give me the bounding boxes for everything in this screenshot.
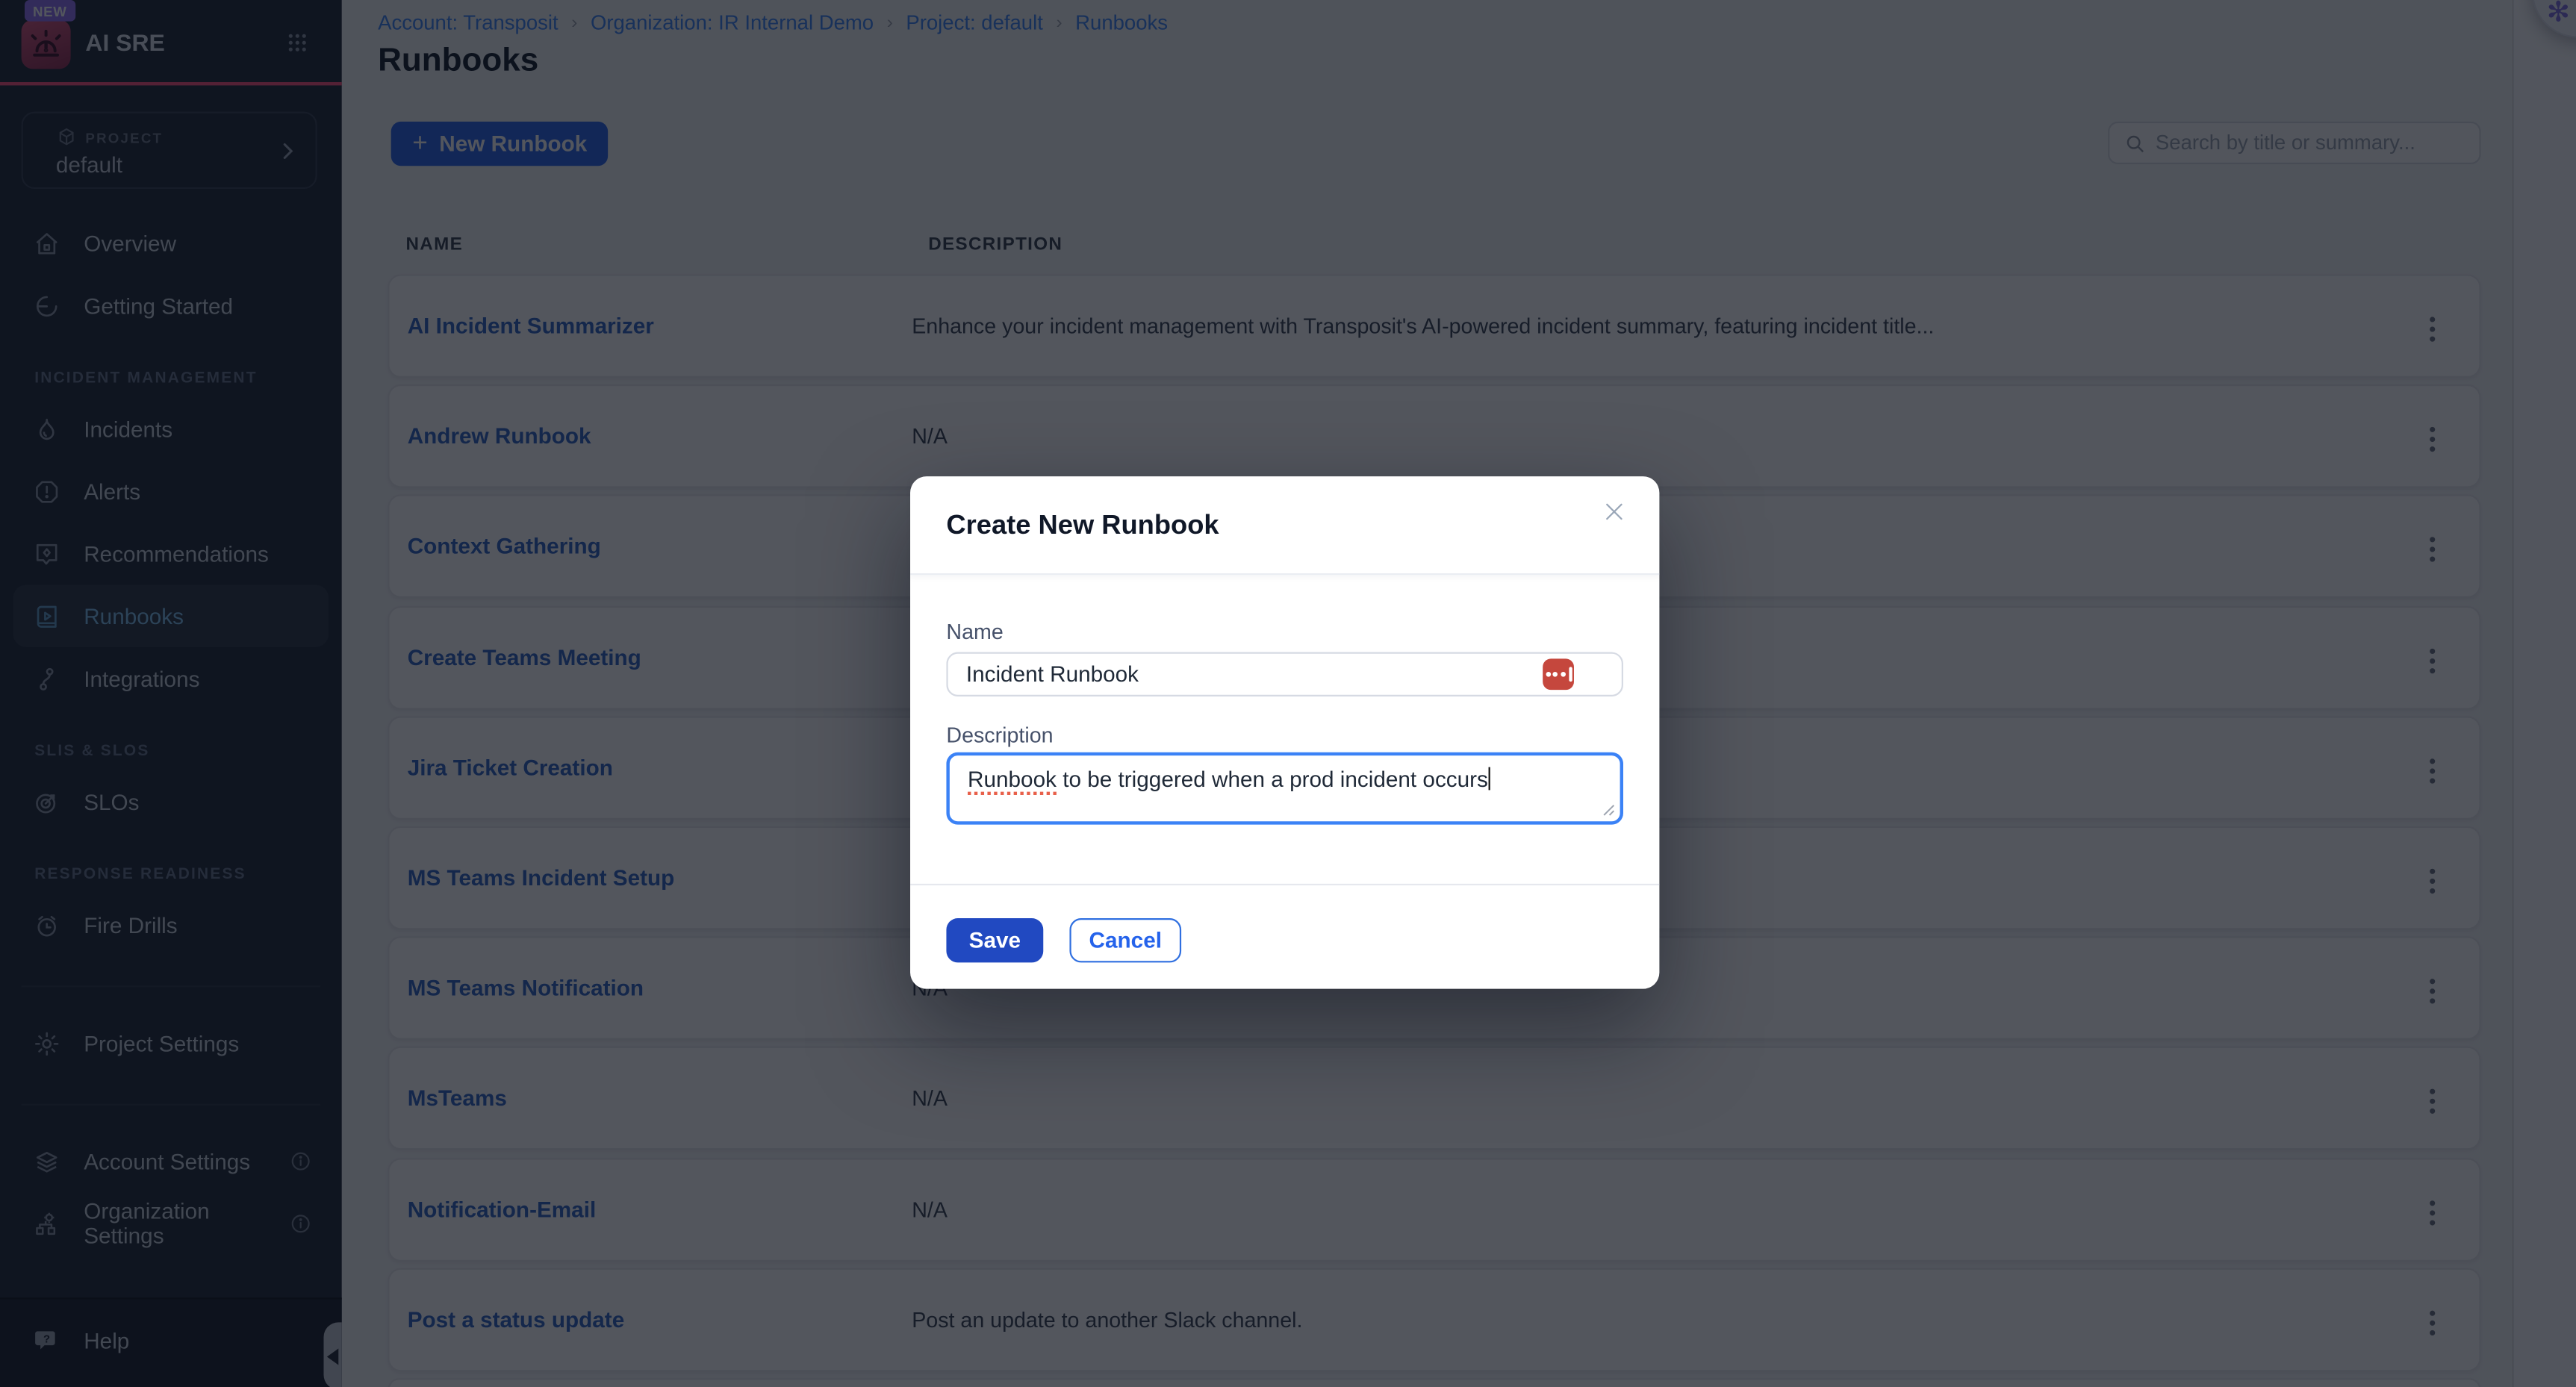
resize-handle-icon[interactable]: [1600, 802, 1615, 817]
app-root: Account: Transposit › Organization: IR I…: [0, 0, 2576, 1387]
save-button[interactable]: Save: [946, 918, 1043, 962]
modal-footer: Save Cancel: [910, 884, 1659, 989]
cancel-button[interactable]: Cancel: [1069, 918, 1181, 962]
name-label: Name: [946, 620, 1003, 644]
close-icon[interactable]: [1599, 496, 1630, 528]
create-runbook-modal: Create New Runbook Name Description Runb…: [910, 476, 1659, 989]
description-text: to be triggered when a prod incident occ…: [1057, 767, 1488, 792]
password-manager-icon[interactable]: [1543, 658, 1574, 690]
text-caret: [1488, 767, 1490, 791]
modal-title: Create New Runbook: [946, 511, 1219, 542]
spellcheck-word: Runbook: [968, 767, 1057, 795]
description-label: Description: [946, 723, 1053, 747]
name-field[interactable]: [946, 652, 1623, 696]
description-textarea[interactable]: Runbook to be triggered when a prod inci…: [946, 752, 1623, 825]
modal-header: Create New Runbook: [910, 476, 1659, 575]
